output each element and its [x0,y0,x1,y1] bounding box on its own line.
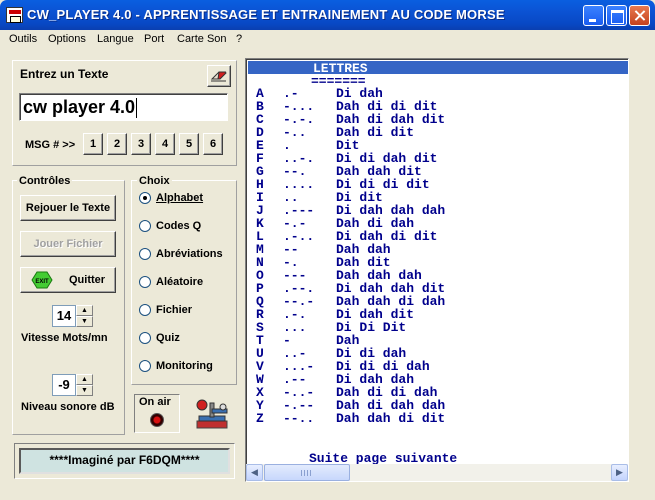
quit-button[interactable]: EXIT Quitter [20,267,116,293]
display-header-bar: LETTRES [248,61,628,76]
menu-outils[interactable]: Outils [9,33,37,45]
radio-abbreviations-circle[interactable] [139,248,151,260]
menu-bar: Outils Options Langue Port Carte Son ? [0,30,655,49]
eraser-button[interactable] [207,65,231,87]
radio-random-circle[interactable] [139,276,151,288]
radio-monitoring[interactable]: Monitoring [139,360,213,372]
letter-row-code: --.. [283,411,315,426]
choice-legend: Choix [137,175,172,187]
radio-codes-q-label: Codes Q [156,220,202,232]
radio-quiz-circle[interactable] [139,332,151,344]
radio-abbreviations-label: Abréviations [156,248,223,260]
radio-file-circle[interactable] [139,304,151,316]
controls-legend: Contrôles [17,175,73,187]
credit-box: ****Imaginé par F6DQM**** [14,443,235,479]
radio-abbreviations[interactable]: Abréviations [139,248,223,260]
quit-button-label: Quitter [69,274,106,286]
maximize-button[interactable] [606,5,627,26]
horizontal-scrollbar[interactable]: ◀ ▶ [246,464,628,481]
msg-label: MSG # >> [25,139,76,151]
scroll-left-icon[interactable]: ◀ [246,464,263,481]
msg-button-6[interactable]: 6 [203,133,223,155]
title-bar[interactable]: CW_PLAYER 4.0 - APPRENTISSAGE ET ENTRAIN… [0,0,655,30]
letter-row-letter: Z [256,411,264,426]
morse-display[interactable]: LETTRES ======= A .- Di dah B -... Dah di di … [245,58,629,482]
radio-quiz[interactable]: Quiz [139,332,180,344]
eraser-icon [210,71,227,82]
menu-options[interactable]: Options [48,33,86,45]
app-icon[interactable] [6,7,23,23]
scrollbar-thumb[interactable] [264,464,350,481]
window-title: CW_PLAYER 4.0 - APPRENTISSAGE ET ENTRAIN… [27,7,505,22]
msg-button-3[interactable]: 3 [131,133,151,155]
text-input[interactable]: cw player 4.0 [19,93,228,121]
text-input-value: cw player 4.0 [23,97,136,117]
volume-label: Niveau sonore dB [21,401,115,413]
close-button[interactable] [629,5,650,26]
radio-codes-q[interactable]: Codes Q [139,220,201,232]
morse-key-icon [196,399,228,429]
speed-up-arrow-icon[interactable]: ▲ [76,305,93,316]
speed-label: Vitesse Mots/mn [21,332,108,344]
volume-spinner[interactable]: -9 ▲ ▼ [52,374,93,396]
menu-help[interactable]: ? [236,33,242,45]
radio-alphabet[interactable]: Alphabet [139,192,203,204]
radio-monitoring-circle[interactable] [139,360,151,372]
play-file-button[interactable]: Jouer Fichier [20,231,116,257]
credit-text: ****Imaginé par F6DQM**** [19,448,230,474]
msg-button-5[interactable]: 5 [179,133,199,155]
radio-monitoring-label: Monitoring [156,360,213,372]
radio-alphabet-label: Alphabet [156,192,204,204]
msg-button-2[interactable]: 2 [107,133,127,155]
radio-file[interactable]: Fichier [139,304,192,316]
menu-carte-son[interactable]: Carte Son [177,33,227,45]
volume-up-arrow-icon[interactable]: ▲ [76,374,93,385]
menu-port[interactable]: Port [144,33,164,45]
exit-icon: EXIT [31,271,53,289]
radio-random-label: Aléatoire [156,276,204,288]
msg-button-1[interactable]: 1 [83,133,103,155]
exit-icon-text: EXIT [35,279,49,285]
menu-langue[interactable]: Langue [97,33,134,45]
on-air-led-icon [150,413,164,427]
speed-value[interactable]: 14 [52,305,76,327]
radio-codes-q-circle[interactable] [139,220,151,232]
volume-down-arrow-icon[interactable]: ▼ [76,385,93,396]
speed-down-arrow-icon[interactable]: ▼ [76,316,93,327]
on-air-indicator: On air [134,394,180,433]
on-air-label: On air [139,396,171,408]
scroll-right-icon[interactable]: ▶ [611,464,628,481]
text-caret [136,98,138,119]
radio-file-label: Fichier [156,304,193,316]
radio-alphabet-circle[interactable] [139,192,151,204]
letter-row-phon: Dah dah di dit [336,411,446,426]
volume-value[interactable]: -9 [52,374,76,396]
replay-text-button[interactable]: Rejouer le Texte [20,195,116,221]
speed-spinner[interactable]: 14 ▲ ▼ [52,305,93,327]
minimize-button[interactable] [583,5,604,26]
msg-button-4[interactable]: 4 [155,133,175,155]
radio-random[interactable]: Aléatoire [139,276,203,288]
input-label: Entrez un Texte [20,67,109,81]
scroll-grip-icon [301,470,312,476]
radio-quiz-label: Quiz [156,332,180,344]
